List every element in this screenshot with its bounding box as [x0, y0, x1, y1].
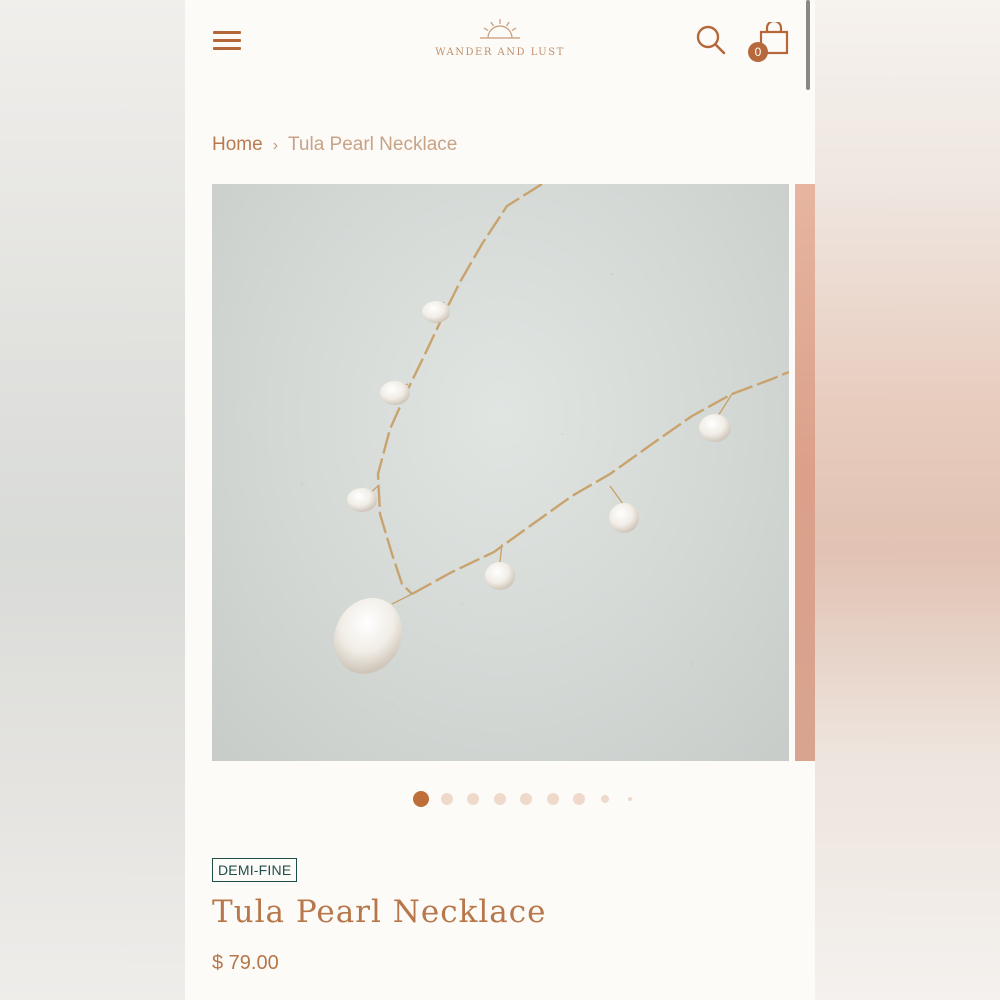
necklace-photo — [270, 184, 789, 706]
carousel-dot[interactable] — [441, 793, 453, 805]
carousel-dot[interactable] — [601, 795, 609, 803]
shopping-bag-icon[interactable]: 0 — [748, 22, 792, 66]
carousel-dot[interactable] — [628, 797, 632, 801]
scrollbar[interactable] — [806, 0, 810, 90]
carousel-dot[interactable] — [413, 791, 429, 807]
carousel-dot[interactable] — [547, 793, 559, 805]
sunrise-icon — [480, 19, 520, 39]
hamburger-menu-icon[interactable] — [213, 28, 243, 52]
carousel-dot[interactable] — [520, 793, 532, 805]
breadcrumb-home-link[interactable]: Home — [212, 134, 263, 155]
blurred-background-left — [0, 0, 185, 1000]
product-title: Tula Pearl Necklace — [212, 894, 547, 930]
product-image[interactable] — [212, 184, 789, 761]
mobile-page: WANDER AND LUST 0 Home › Tula Pearl Neckla… — [185, 0, 815, 1000]
next-product-image-peek[interactable] — [795, 184, 815, 761]
blurred-background-right — [815, 0, 1000, 1000]
breadcrumb-chevron-icon: › — [272, 137, 279, 154]
cart-count-badge: 0 — [748, 42, 768, 62]
carousel-dot[interactable] — [573, 793, 585, 805]
breadcrumb-current: Tula Pearl Necklace — [288, 134, 458, 155]
brand-logo[interactable]: WANDER AND LUST — [425, 18, 575, 58]
product-tag-badge: DEMI-FINE — [212, 858, 298, 882]
breadcrumb: Home › Tula Pearl Necklace — [212, 134, 457, 156]
product-price: $ 79.00 — [212, 952, 279, 974]
search-icon[interactable] — [695, 24, 727, 61]
carousel-dot[interactable] — [494, 793, 506, 805]
brand-name: WANDER AND LUST — [435, 47, 565, 58]
carousel-dot[interactable] — [467, 793, 479, 805]
